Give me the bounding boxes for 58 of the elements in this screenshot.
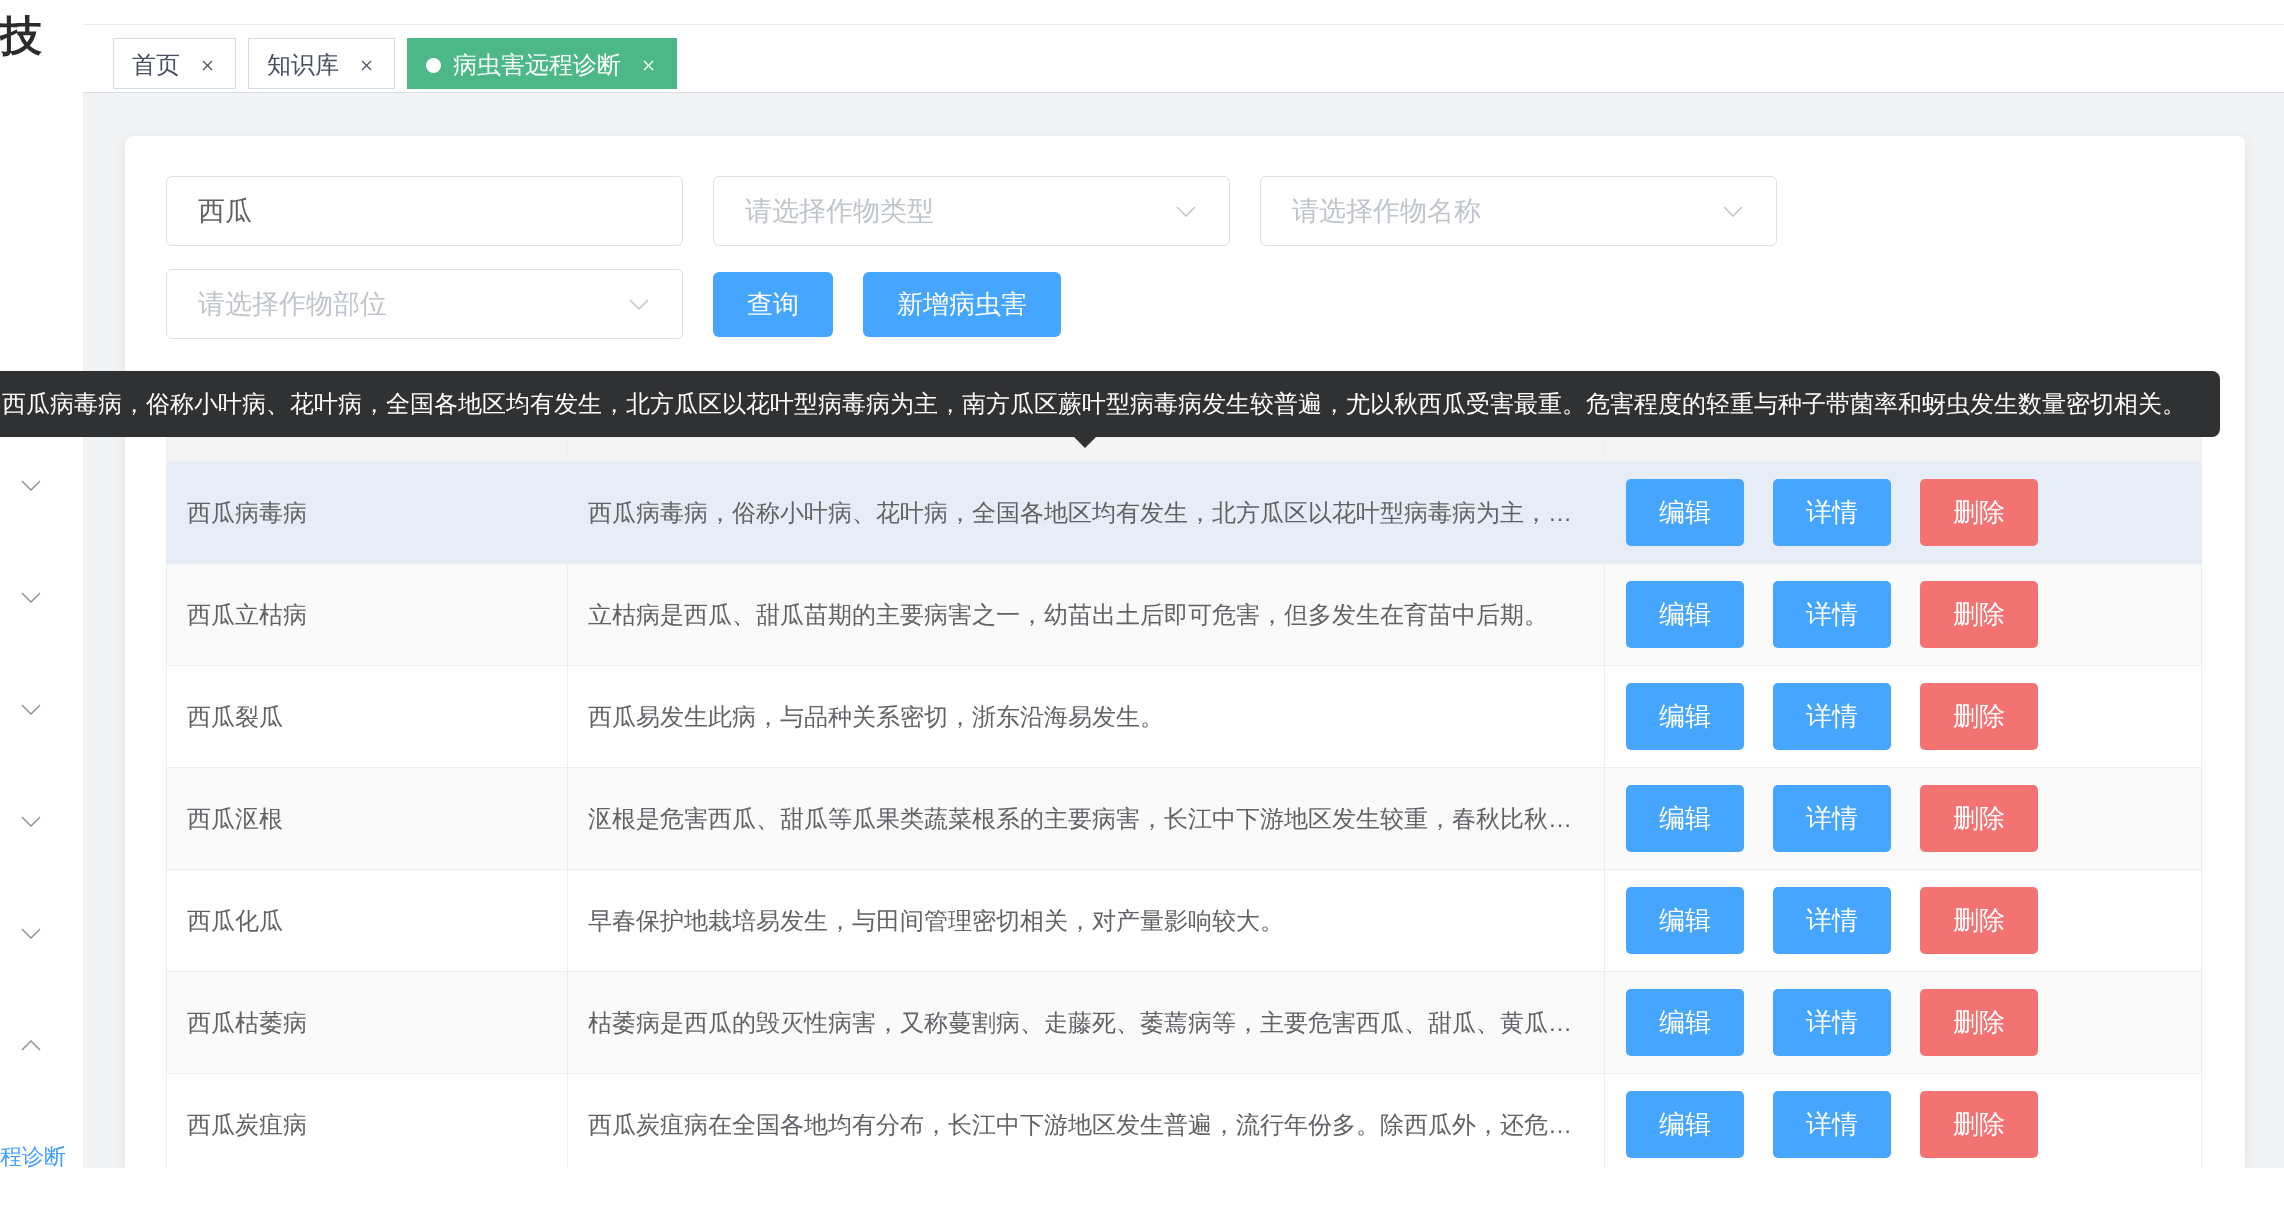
select-field[interactable]: 请选择作物类型 [713, 176, 1230, 246]
close-icon[interactable] [202, 59, 213, 71]
chevron-down-icon [629, 299, 649, 310]
chevron-down-icon[interactable] [21, 703, 41, 715]
delete-button[interactable]: 删除 [1920, 1091, 2038, 1158]
table-cell: 西瓜易发生此病，与品种关系密切，浙东沿海易发生。 [568, 666, 1605, 767]
table-cell: 立枯病是西瓜、甜瓜苗期的主要病害之一，幼苗出土后即可危害，但多发生在育苗中后期。 [568, 564, 1605, 665]
edit-button[interactable]: 编辑 [1626, 887, 1744, 954]
search-button[interactable]: 查询 [713, 271, 833, 337]
details-button[interactable]: 详情 [1773, 785, 1891, 852]
details-button[interactable]: 详情 [1773, 989, 1891, 1056]
edit-button[interactable]: 编辑 [1626, 581, 1744, 648]
select-field[interactable]: 请选择作物部位 [166, 269, 683, 339]
details-button[interactable]: 详情 [1773, 1091, 1891, 1158]
table-cell: 枯萎病是西瓜的毁灭性病害，又称蔓割病、走藤死、萎蔫病等，主要危害西瓜、甜瓜、黄瓜… [568, 972, 1605, 1073]
submenu-item[interactable]: 程诊断 [0, 1139, 66, 1168]
details-button[interactable]: 详情 [1773, 479, 1891, 546]
tab[interactable]: 病虫害远程诊断 [407, 38, 677, 89]
details-button[interactable]: 详情 [1773, 887, 1891, 954]
edit-button[interactable]: 编辑 [1626, 479, 1744, 546]
table-cell: 西瓜枯萎病 [167, 972, 568, 1073]
chevron-down-icon [1723, 206, 1743, 217]
add-button[interactable]: 新增病虫害 [863, 271, 1061, 337]
chevron-down-icon[interactable] [21, 815, 41, 827]
table-cell: 沤根是危害西瓜、甜瓜等瓜果类蔬菜根系的主要病害，长江中下游地区发生较重，春秋比秋… [568, 768, 1605, 869]
table-cell: 西瓜病毒病 [167, 462, 568, 563]
table-cell: 早春保护地栽培易发生，与田间管理密切相关，对产量影响较大。 [568, 870, 1605, 971]
table-cell: 西瓜沤根 [167, 768, 568, 869]
table-cell: 西瓜炭疽病 [167, 1074, 568, 1168]
chevron-up-icon[interactable] [21, 1039, 41, 1051]
delete-button[interactable]: 删除 [1920, 785, 2038, 852]
text-input[interactable]: 西瓜 [166, 176, 683, 246]
select-field[interactable]: 请选择作物名称 [1260, 176, 1777, 246]
close-icon[interactable] [361, 59, 372, 71]
chevron-down-icon [1176, 206, 1196, 217]
delete-button[interactable]: 删除 [1920, 989, 2038, 1056]
table-cell: 西瓜裂瓜 [167, 666, 568, 767]
dot-icon [426, 57, 441, 73]
table-cell: 西瓜化瓜 [167, 870, 568, 971]
edit-button[interactable]: 编辑 [1626, 785, 1744, 852]
table-cell: 西瓜病毒病，俗称小叶病、花叶病，全国各地区均有发生，北方瓜区以花叶型病毒病为主，… [568, 462, 1605, 563]
edit-button[interactable]: 编辑 [1626, 989, 1744, 1056]
edit-button[interactable]: 编辑 [1626, 1091, 1744, 1158]
tooltip: 西瓜病毒病，俗称小叶病、花叶病，全国各地区均有发生，北方瓜区以花叶型病毒病为主，南方瓜区蕨叶型病毒病发生较普遍，尤以秋西瓜受害最重。危害程度的轻重与种子带菌率和蚜虫发生数量密切相关。 [0, 371, 2220, 448]
chevron-down-icon[interactable] [21, 479, 41, 491]
delete-button[interactable]: 删除 [1920, 887, 2038, 954]
edit-button[interactable]: 编辑 [1626, 683, 1744, 750]
tab[interactable]: 首页 [113, 38, 236, 89]
delete-button[interactable]: 删除 [1920, 683, 2038, 750]
details-button[interactable]: 详情 [1773, 683, 1891, 750]
tab[interactable]: 知识库 [248, 38, 395, 89]
chevron-down-icon[interactable] [21, 927, 41, 939]
table-cell: 西瓜立枯病 [167, 564, 568, 665]
chevron-down-icon[interactable] [21, 591, 41, 603]
delete-button[interactable]: 删除 [1920, 479, 2038, 546]
details-button[interactable]: 详情 [1773, 581, 1891, 648]
table-cell: 西瓜炭疽病在全国各地均有分布，长江中下游地区发生普遍，流行年份多。除西瓜外，还危… [568, 1074, 1605, 1168]
delete-button[interactable]: 删除 [1920, 581, 2038, 648]
